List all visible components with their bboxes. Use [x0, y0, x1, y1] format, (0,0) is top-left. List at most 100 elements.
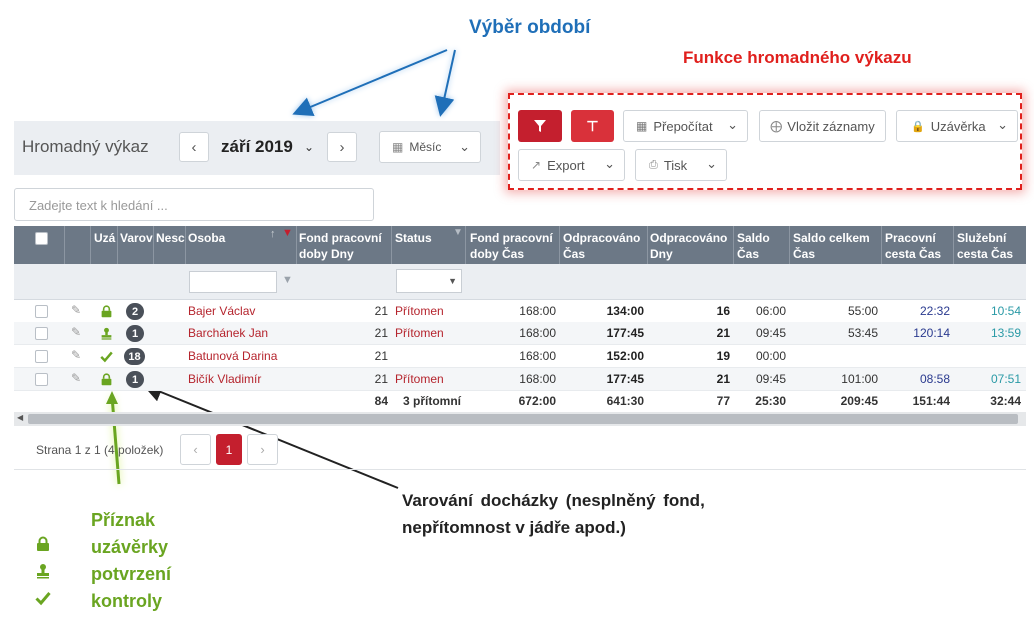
- pencil-icon[interactable]: ✎: [71, 303, 81, 317]
- col-uza[interactable]: Uzá: [94, 230, 115, 246]
- row-checkbox[interactable]: [35, 350, 48, 363]
- col-saldo[interactable]: Saldo Čas: [737, 230, 770, 262]
- recalc-label: Přepočítat: [653, 118, 713, 134]
- chevron-down-icon: ⌄: [604, 156, 615, 171]
- filter-icon[interactable]: ▼: [282, 274, 293, 286]
- warning-badge[interactable]: 1: [126, 371, 144, 388]
- table-row[interactable]: ✎ 1 Bičík Vladimír 21 Přítomen 168:00 17…: [14, 368, 1026, 391]
- col-status[interactable]: Status: [395, 230, 432, 246]
- closing-button[interactable]: 🔒 Uzávěrka ⌄: [896, 110, 1018, 142]
- grid-icon: ▦: [636, 119, 648, 133]
- fond-dny: 21: [374, 304, 388, 318]
- period-dropdown-icon[interactable]: ⌄: [304, 140, 314, 154]
- closing-label: Uzávěrka: [930, 118, 986, 134]
- warning-badge[interactable]: 2: [126, 303, 144, 320]
- fond-cas: 168:00: [519, 326, 556, 340]
- col-varov[interactable]: Varov: [120, 230, 153, 246]
- person-name[interactable]: Bičík Vladimír: [188, 372, 261, 386]
- export-button[interactable]: ↗ Export ⌄: [518, 149, 625, 181]
- pencil-icon[interactable]: ✎: [71, 325, 81, 339]
- plus-circle-icon: ⨁: [770, 119, 783, 133]
- filter-button[interactable]: [518, 110, 562, 142]
- pencil-icon[interactable]: ✎: [71, 371, 81, 385]
- col-odpr-dny[interactable]: Odpracováno Dny: [650, 230, 727, 262]
- chevron-right-icon: ›: [339, 138, 345, 156]
- person-name[interactable]: Barchánek Jan: [188, 326, 268, 340]
- table-row[interactable]: ✎ 2 Bajer Václav 21 Přítomen 168:00 134:…: [14, 300, 1026, 323]
- table-row[interactable]: ✎ 18 Batunová Darina 21 168:00 152:00 19…: [14, 345, 1026, 368]
- pager: Strana 1 z 1 (4 položek) ‹ 1 ›: [14, 428, 1026, 470]
- total-odpr-dny: 77: [716, 394, 730, 408]
- row-checkbox[interactable]: [35, 305, 48, 318]
- col-osoba[interactable]: Osoba: [188, 230, 225, 246]
- period-arrow-right: [434, 49, 456, 117]
- col-nesc[interactable]: Nesc: [156, 230, 185, 246]
- insert-records-label: Vložit záznamy: [787, 118, 875, 134]
- table-header: Uzá Varov Nesc Osoba ↑ ▼ Fond pracovní do…: [14, 226, 1026, 264]
- lock-icon: [100, 373, 113, 389]
- odpr-cas: 134:00: [606, 304, 644, 318]
- table-row[interactable]: ✎ 1 Barchánek Jan 21 Přítomen 168:00 177…: [14, 322, 1026, 345]
- legend-item-control: kontroly: [91, 591, 163, 611]
- export-icon: ↗: [531, 158, 542, 172]
- filter-icon[interactable]: ▼: [453, 227, 463, 238]
- scroll-left-icon[interactable]: ◀: [17, 413, 23, 422]
- status-filter-select[interactable]: ▼: [396, 269, 462, 293]
- col-fond-cas[interactable]: Fond pracovní doby Čas: [470, 230, 553, 262]
- check-icon: [100, 350, 113, 366]
- saldo-celkem: 101:00: [841, 372, 878, 386]
- warning-badge[interactable]: 18: [124, 348, 145, 365]
- legend-item-confirmation: potvrzení: [91, 564, 172, 584]
- period-unit-label: Měsíc: [409, 140, 442, 154]
- total-odpr-cas: 641:30: [606, 394, 644, 408]
- saldo: 00:00: [755, 349, 786, 363]
- person-name[interactable]: Batunová Darina: [188, 349, 277, 363]
- prev-period-button[interactable]: ‹: [179, 132, 209, 162]
- fond-cas: 168:00: [519, 372, 556, 386]
- select-all-checkbox[interactable]: [35, 232, 48, 245]
- total-fond-cas: 672:00: [518, 394, 556, 408]
- clear-filter-button[interactable]: ⊤: [571, 110, 614, 142]
- col-saldo-celkem[interactable]: Saldo celkem Čas: [793, 230, 870, 262]
- col-pracovni-cesta[interactable]: Pracovní cesta Čas: [885, 230, 941, 262]
- sort-icon[interactable]: ↑: [270, 228, 276, 240]
- next-period-button[interactable]: ›: [327, 132, 357, 162]
- row-checkbox[interactable]: [35, 373, 48, 386]
- period-label[interactable]: září 2019: [221, 137, 293, 157]
- print-button[interactable]: ⎙ Tisk ⌄: [635, 149, 727, 181]
- bulk-functions-annotation: Funkce hromadného výkazu: [683, 48, 912, 67]
- total-sluzebni-cesta: 32:44: [990, 394, 1021, 408]
- insert-records-button[interactable]: ⨁ Vložit záznamy: [759, 110, 886, 142]
- col-odpr-cas[interactable]: Odpracováno Čas: [563, 230, 640, 262]
- lock-icon: [37, 536, 49, 551]
- scrollbar-thumb[interactable]: [28, 414, 1018, 424]
- stamp-icon: [37, 564, 49, 579]
- warning-badge[interactable]: 1: [126, 325, 144, 342]
- period-unit-select[interactable]: ▦ Měsíc ⌄: [379, 131, 481, 163]
- pracovni-cesta: 22:32: [919, 304, 950, 318]
- saldo: 09:45: [755, 372, 786, 386]
- pencil-icon[interactable]: ✎: [71, 348, 81, 362]
- saldo-celkem: 53:45: [847, 326, 878, 340]
- total-fond-dny: 84: [374, 394, 388, 408]
- current-page-button[interactable]: 1: [216, 434, 242, 465]
- col-fond-dny[interactable]: Fond pracovní doby Dny: [299, 230, 382, 262]
- chevron-down-icon: ⌄: [459, 139, 470, 154]
- chevron-down-icon: ⌄: [706, 156, 717, 171]
- filter-active-icon[interactable]: ▼: [282, 227, 293, 239]
- osoba-filter-input[interactable]: [189, 271, 277, 293]
- col-sluzebni-cesta[interactable]: Služební cesta Čas: [957, 230, 1013, 262]
- prev-page-button[interactable]: ‹: [180, 434, 211, 465]
- saldo: 09:45: [755, 326, 786, 340]
- odpr-dny: 19: [716, 349, 730, 363]
- odpr-cas: 177:45: [606, 372, 644, 386]
- row-checkbox[interactable]: [35, 327, 48, 340]
- search-input[interactable]: Zadejte text k hledání ...: [14, 188, 374, 221]
- recalc-button[interactable]: ▦ Přepočítat ⌄: [623, 110, 748, 142]
- warning-annotation: Varování docházky (nesplněný fond, nepří…: [402, 491, 705, 537]
- printer-icon: ⎙: [649, 158, 658, 171]
- page-title: Hromadný výkaz: [22, 137, 149, 156]
- person-name[interactable]: Bajer Václav: [188, 304, 255, 318]
- odpr-dny: 21: [716, 372, 730, 386]
- next-page-button[interactable]: ›: [247, 434, 278, 465]
